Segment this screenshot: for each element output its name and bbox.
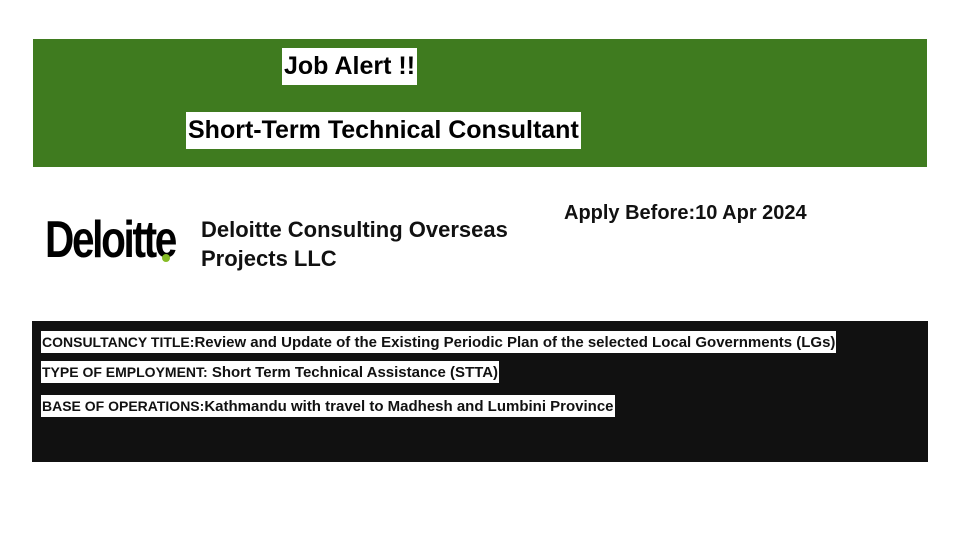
- detail-label: TYPE OF EMPLOYMENT:: [42, 364, 208, 380]
- employment-type-line: TYPE OF EMPLOYMENT: Short Term Technical…: [41, 361, 500, 383]
- detail-value: Review and Update of the Existing Period…: [194, 334, 836, 351]
- consultancy-title-line: CONSULTANCY TITLE:Review and Update of t…: [41, 331, 837, 353]
- detail-value: Short Term Technical Assistance (STTA): [207, 364, 499, 381]
- deloitte-logo: Deloitte: [45, 212, 177, 268]
- base-of-operations-line: BASE OF OPERATIONS:Kathmandu with travel…: [41, 395, 615, 417]
- detail-label: BASE OF OPERATIONS:: [42, 398, 205, 414]
- apply-deadline: Apply Before:10 Apr 2024: [564, 200, 807, 226]
- deadline-date: 10 Apr 2024: [695, 202, 807, 224]
- logo-wordmark: Deloitte: [45, 211, 177, 269]
- company-name: Deloitte Consulting Overseas Projects LL…: [201, 217, 508, 271]
- detail-value: Kathmandu with travel to Madhesh and Lum…: [204, 398, 614, 415]
- job-alert-heading: Job Alert !!: [282, 48, 418, 85]
- job-title: Short-Term Technical Consultant: [186, 112, 581, 149]
- detail-label: CONSULTANCY TITLE:: [42, 334, 195, 350]
- logo-dot-icon: [162, 254, 170, 262]
- deadline-label: Apply Before:: [564, 202, 696, 224]
